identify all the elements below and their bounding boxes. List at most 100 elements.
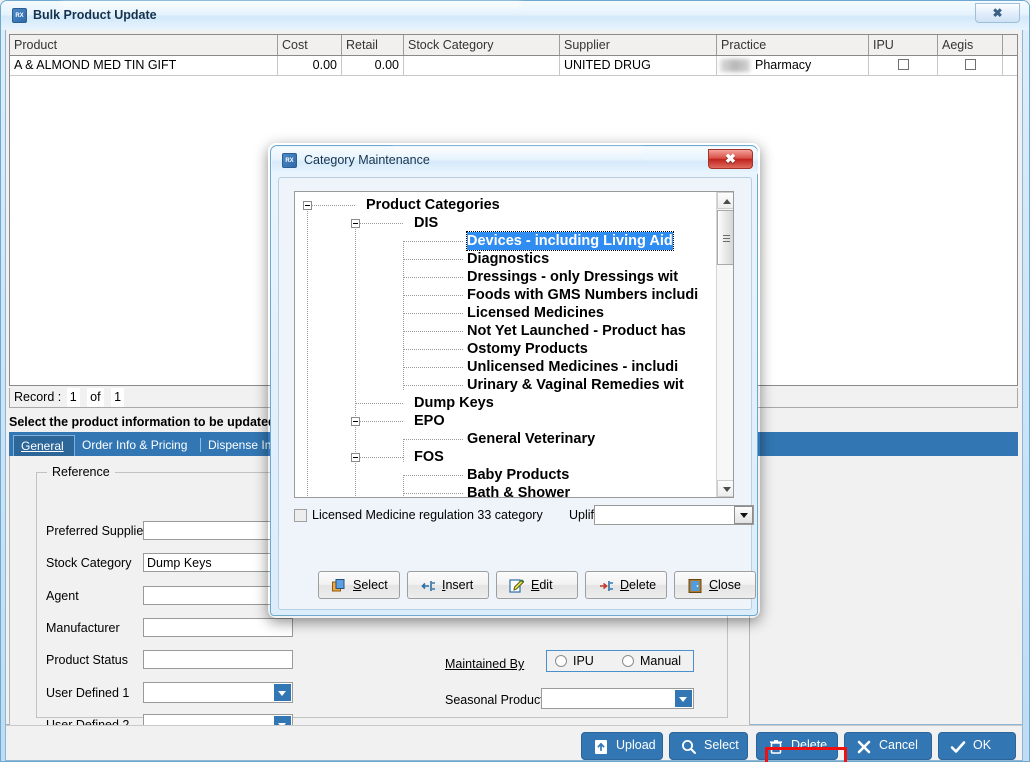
tree-node-devices-including-living-aid[interactable]: Devices - including Living Aid: [466, 231, 674, 251]
dialog-delete-button[interactable]: Delete: [585, 571, 667, 599]
scroll-up-button[interactable]: [717, 192, 733, 209]
grid-header-stock-category[interactable]: Stock Category: [404, 35, 560, 55]
grid-header-retail[interactable]: Retail: [342, 35, 404, 55]
category-tree[interactable]: Product Categories DIS Devices - includi…: [294, 191, 734, 498]
manufacturer-input[interactable]: [143, 618, 293, 637]
dialog-delete-button-label: Delete: [620, 578, 657, 592]
tree-expander-dis[interactable]: [351, 219, 360, 228]
delete-button[interactable]: Delete: [756, 732, 838, 760]
record-total: 1: [111, 388, 125, 407]
chevron-down-icon[interactable]: [734, 506, 753, 524]
tree-expander-product-categories[interactable]: [303, 201, 312, 210]
app-root: RX Bulk Product Update ✖ Product Cost Re…: [0, 0, 1030, 762]
licensed-medicine-checkbox[interactable]: [294, 509, 307, 522]
cell-ipu[interactable]: [869, 56, 938, 75]
grid-header-practice[interactable]: Practice: [717, 35, 869, 55]
ipu-checkbox[interactable]: [897, 59, 909, 70]
user-defined-1-combo[interactable]: [143, 682, 293, 703]
tree-node-baby-products[interactable]: Baby Products: [467, 466, 569, 484]
tree-node-licensed-medicines[interactable]: Licensed Medicines: [467, 304, 604, 322]
cancel-button[interactable]: Cancel: [844, 732, 932, 760]
window-close-button[interactable]: ✖: [975, 3, 1020, 23]
cell-supplier[interactable]: UNITED DRUG: [560, 56, 717, 75]
dialog-app-icon: RX: [282, 153, 297, 168]
tree-node-dis[interactable]: DIS: [414, 214, 438, 232]
dialog-close-action-label: Close: [709, 578, 741, 592]
label-manufacturer: Manufacturer: [46, 621, 120, 635]
tree-expander-fos[interactable]: [351, 453, 360, 462]
tree-node-ostomy-products[interactable]: Ostomy Products: [467, 340, 588, 358]
product-status-input[interactable]: [143, 650, 293, 669]
category-maintenance-dialog: RX Category Maintenance ✖ Product Catego…: [270, 145, 847, 762]
licensed-medicine-checkbox-label: Licensed Medicine regulation 33 category: [312, 508, 543, 522]
cell-stock-category[interactable]: [404, 56, 560, 75]
radio-ipu[interactable]: [555, 655, 567, 667]
window-titlebar: RX Bulk Product Update ✖: [1, 1, 1029, 30]
scroll-down-button[interactable]: [717, 480, 733, 497]
cell-aegis[interactable]: [938, 56, 1003, 75]
chevron-up-icon: [723, 199, 731, 204]
tree-expander-epo[interactable]: [351, 417, 360, 426]
radio-manual[interactable]: [622, 655, 634, 667]
tree-node-dressings[interactable]: Dressings - only Dressings wit: [467, 268, 678, 286]
dialog-close-button[interactable]: ✖: [708, 149, 753, 169]
tree-line: [404, 385, 464, 386]
tree-node-epo[interactable]: EPO: [414, 412, 445, 430]
dialog-title: Category Maintenance: [304, 153, 430, 167]
grid-header-ipu[interactable]: IPU: [869, 35, 938, 55]
tree-line: [404, 439, 464, 440]
tree-node-foods-with-gms-numbers[interactable]: Foods with GMS Numbers includi: [467, 286, 698, 304]
cell-retail[interactable]: 0.00: [342, 56, 404, 75]
reference-legend: Reference: [47, 465, 115, 479]
grid-header-aegis[interactable]: Aegis: [938, 35, 1003, 55]
maintained-by-radio-group: IPU Manual: [546, 650, 694, 672]
radio-manual-label: Manual: [640, 654, 681, 668]
tree-node-diagnostics[interactable]: Diagnostics: [467, 250, 549, 268]
scrollbar-thumb[interactable]: [717, 210, 733, 265]
dialog-close-action-button[interactable]: Close: [674, 571, 756, 599]
dialog-titlebar: RX Category Maintenance ✖: [272, 147, 758, 174]
grid-header-product[interactable]: Product: [10, 35, 278, 55]
seasonal-products-combo[interactable]: [541, 688, 694, 709]
grid-header-supplier[interactable]: Supplier: [560, 35, 717, 55]
tree-node-bath-shower[interactable]: Bath & Shower: [467, 484, 570, 497]
dialog-insert-button[interactable]: Insert: [407, 571, 489, 599]
cancel-button-label: Cancel: [879, 738, 918, 752]
chevron-down-icon[interactable]: [675, 690, 692, 707]
door-icon: [687, 578, 703, 594]
x-icon: [855, 738, 873, 756]
pencil-icon: [509, 578, 525, 594]
cell-practice[interactable]: Pharmacy: [717, 56, 869, 75]
cell-product[interactable]: A & ALMOND MED TIN GIFT: [10, 56, 278, 75]
table-row[interactable]: A & ALMOND MED TIN GIFT 0.00 0.00 UNITED…: [10, 56, 1017, 76]
dialog-select-button[interactable]: Select: [318, 571, 400, 599]
tree-node-urinary-vaginal-remedies[interactable]: Urinary & Vaginal Remedies wit: [467, 376, 684, 394]
chevron-down-icon[interactable]: [274, 684, 291, 701]
tree-node-not-yet-launched[interactable]: Not Yet Launched - Product has: [467, 322, 686, 340]
select-button[interactable]: Select: [669, 732, 748, 760]
tree-vertical-scrollbar[interactable]: [716, 192, 733, 497]
insert-row-icon: [420, 578, 436, 594]
close-icon: ✖: [725, 151, 736, 166]
tree-node-unlicensed-medicines[interactable]: Unlicensed Medicines - includi: [467, 358, 678, 376]
tree-line: [404, 277, 464, 278]
aegis-checkbox[interactable]: [964, 59, 976, 70]
upload-button[interactable]: Upload: [581, 732, 663, 760]
grid-header-cost[interactable]: Cost: [278, 35, 342, 55]
tab-order-info-pricing[interactable]: Order Info & Pricing: [75, 435, 201, 456]
tree-node-general-veterinary[interactable]: General Veterinary: [467, 430, 595, 448]
tree-line: [404, 259, 464, 260]
label-seasonal-products: Seasonal Products: [445, 693, 550, 707]
cell-cost[interactable]: 0.00: [278, 56, 342, 75]
grid-header-row: Product Cost Retail Stock Category Suppl…: [10, 35, 1017, 56]
label-preferred-supplier: Preferred Supplier: [46, 524, 148, 538]
uplift-combo[interactable]: [594, 505, 754, 525]
tree-line: [404, 295, 464, 296]
redacted-region: [720, 59, 750, 72]
tree-node-dump-keys[interactable]: Dump Keys: [414, 394, 494, 412]
tree-node-product-categories[interactable]: Product Categories: [366, 196, 500, 214]
ok-button[interactable]: OK: [938, 732, 1016, 760]
dialog-edit-button[interactable]: Edit: [496, 571, 578, 599]
tab-general[interactable]: General: [13, 435, 75, 456]
tree-node-fos[interactable]: FOS: [414, 448, 444, 466]
